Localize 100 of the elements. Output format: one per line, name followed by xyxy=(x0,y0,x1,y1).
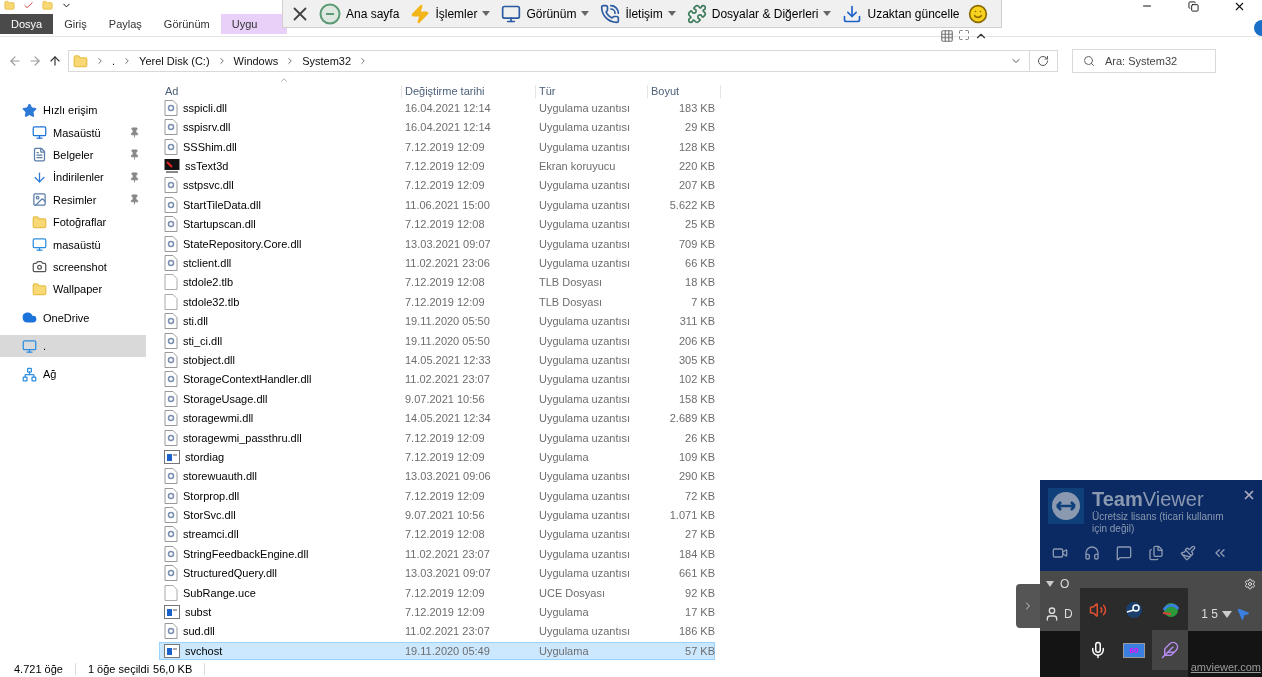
checkmark-icon[interactable] xyxy=(23,0,34,11)
toolbar-menu[interactable]: İletişim xyxy=(597,3,679,24)
file-row[interactable]: stordiag 7.12.2019 12:09 Uygulama 109 KB xyxy=(159,447,715,467)
caret-icon[interactable] xyxy=(1046,581,1054,587)
sidebar-item[interactable]: Belgeler xyxy=(0,143,146,167)
toolbar-menu[interactable]: Dosyalar & Diğerleri xyxy=(683,3,835,24)
file-row[interactable]: StorSvc.dll 9.07.2021 10:56 Uygulama uzantısı 1.071 KB xyxy=(159,505,715,525)
date-cell-text: 7.12.2019 12:09 xyxy=(404,431,486,444)
video-icon[interactable] xyxy=(1052,545,1068,561)
speaker-icon[interactable] xyxy=(1089,601,1107,619)
size-cell-text: 183 KB xyxy=(677,101,715,114)
file-row[interactable]: StartTileData.dll 11.06.2021 15:00 Uygulama uzantısı 5.622 KB xyxy=(159,195,715,214)
sidebar-item[interactable]: . xyxy=(0,334,146,358)
microphone-icon[interactable] xyxy=(1089,641,1107,659)
help-icon[interactable] xyxy=(1254,20,1262,36)
smiley-icon[interactable] xyxy=(967,3,988,24)
toolbar-menu[interactable]: Ana sayfa xyxy=(316,2,403,25)
settings-icon[interactable] xyxy=(1244,578,1256,590)
contact-name: D xyxy=(1064,607,1073,621)
address-bar[interactable]: . Yerel Disk (C:) Windows System32 xyxy=(68,50,1058,72)
column-header[interactable]: Değiştirme tarihi xyxy=(402,85,536,98)
toolbar-menu[interactable]: Uzaktan güncelle xyxy=(839,3,963,24)
sidebar-item[interactable]: masaüstü xyxy=(0,233,146,256)
breadcrumb[interactable]: Windows xyxy=(233,55,279,67)
globe-icon[interactable] xyxy=(1161,601,1179,619)
breadcrumb[interactable]: Yerel Disk (C:) xyxy=(139,55,210,67)
column-header[interactable]: Tür xyxy=(536,85,648,98)
file-row[interactable]: StringFeedbackEngine.dll 11.02.2021 23:07 Uygulama uzantısı 184 KB xyxy=(159,544,715,564)
toolbar-menu[interactable]: Görünüm xyxy=(498,3,593,24)
size-cell-text: 27 KB xyxy=(684,528,715,541)
steam-icon[interactable] xyxy=(1125,601,1143,619)
file-name: svchost xyxy=(185,644,223,657)
type-cell-text: TLB Dosyası xyxy=(538,295,603,308)
file-row[interactable]: stdole2.tlb 7.12.2019 12:08 TLB Dosyası 18 KB xyxy=(159,273,715,292)
file-row[interactable]: stdole32.tlb 7.12.2019 12:09 TLB Dosyası 7 KB xyxy=(159,292,715,311)
file-row[interactable]: svchost 19.11.2020 05:49 Uygulama 57 KB xyxy=(159,641,715,660)
sidebar-item[interactable]: İndirilenler xyxy=(0,166,146,189)
breadcrumb[interactable]: System32 xyxy=(302,55,352,67)
type-cell-text: Uygulama uzantısı xyxy=(538,101,632,114)
file-row[interactable]: stobject.dll 14.05.2021 12:33 Uygulama uzantısı 305 KB xyxy=(159,350,715,370)
website-link[interactable]: amviewer.com xyxy=(1190,661,1261,673)
column-header[interactable]: Ad xyxy=(162,85,402,98)
file-row[interactable]: sstpsvc.dll 7.12.2019 12:09 Uygulama uzantısı 207 KB xyxy=(159,176,715,195)
type-cell-text: Uygulama uzantısı xyxy=(538,547,632,560)
file-name: StructuredQuery.dll xyxy=(183,567,277,580)
ribbon-tab[interactable]: Paylaş xyxy=(97,14,153,34)
chat-icon[interactable] xyxy=(1116,545,1132,561)
close-icon[interactable] xyxy=(1242,488,1256,502)
ribbon-tab[interactable]: Görünüm xyxy=(152,14,221,34)
file-row[interactable]: sspisrv.dll 16.04.2021 12:14 Uygulama uzantısı 29 KB xyxy=(159,118,715,137)
ribbon-tab[interactable]: Uygu xyxy=(220,14,288,34)
file-row[interactable]: subst 7.12.2019 12:09 Uygulama 17 KB xyxy=(159,602,715,622)
files-icon[interactable] xyxy=(1148,545,1164,561)
file-row[interactable]: StructuredQuery.dll 13.03.2021 09:07 Uygulama uzantısı 661 KB xyxy=(159,564,715,583)
file-row[interactable]: StorageUsage.dll 9.07.2021 10:56 Uygulama uzantısı 158 KB xyxy=(159,389,715,408)
file-name: sstpsvc.dll xyxy=(183,179,234,192)
feather-icon[interactable] xyxy=(1161,641,1179,659)
file-row[interactable]: sud.dll 11.02.2021 23:07 Uygulama uzantısı 186 KB xyxy=(159,622,715,641)
file-row[interactable]: ssText3d 7.12.2019 12:09 Ekran koruyucu 220 KB xyxy=(159,156,715,176)
back-icon[interactable] xyxy=(8,54,22,68)
toolbar-menu[interactable]: İşlemler xyxy=(407,3,494,24)
sidebar-item[interactable]: Hızlı erişim xyxy=(0,99,146,122)
sidebar-item[interactable]: Ağ xyxy=(0,363,146,386)
file-row[interactable]: sspicli.dll 16.04.2021 12:14 Uygulama uzantısı 183 KB xyxy=(159,98,715,118)
file-icon xyxy=(164,293,178,310)
ribbon-tab[interactable]: Dosya xyxy=(0,14,54,34)
restore-icon[interactable] xyxy=(1187,0,1199,12)
file-row[interactable]: Storprop.dll 7.12.2019 12:09 Uygulama uzantısı 72 KB xyxy=(159,486,715,505)
ribbon-tab[interactable]: Giriş xyxy=(53,14,98,34)
headset-icon[interactable] xyxy=(1084,545,1100,561)
sidebar-item[interactable]: Fotoğraflar xyxy=(0,210,146,234)
search-field[interactable]: Ara: System32 xyxy=(1072,49,1216,73)
file-row[interactable]: storewuauth.dll 13.03.2021 09:06 Uygulama uzantısı 290 KB xyxy=(159,467,715,486)
refresh-icon[interactable] xyxy=(1037,55,1049,67)
caret-icon[interactable] xyxy=(1222,610,1232,618)
file-row[interactable]: sti.dll 19.11.2020 05:50 Uygulama uzantısı 311 KB xyxy=(159,311,715,331)
file-row[interactable]: SSShim.dll 7.12.2019 12:09 Uygulama uzantısı 128 KB xyxy=(159,137,715,156)
file-row[interactable]: StorageContextHandler.dll 11.02.2021 23:07 Uygulama uzantısı 102 KB xyxy=(159,370,715,389)
file-row[interactable]: Startupscan.dll 7.12.2019 12:08 Uygulama uzantısı 25 KB xyxy=(159,215,715,234)
date-cell-text: 13.03.2021 09:06 xyxy=(404,470,492,483)
sidebar-item[interactable]: Resimler xyxy=(0,188,146,211)
sidebar-item[interactable]: Wallpaper xyxy=(0,278,146,301)
column-header[interactable]: Boyut xyxy=(648,85,721,98)
file-row[interactable]: storagewmi_passthru.dll 7.12.2019 12:09 Uygulama uzantısı 26 KB xyxy=(159,428,715,447)
forward-icon[interactable] xyxy=(28,54,42,68)
picture-icon xyxy=(32,192,47,208)
brush-icon[interactable] xyxy=(1180,545,1196,561)
file-row[interactable]: storagewmi.dll 14.05.2021 12:34 Uygulama uzantısı 2.689 KB xyxy=(159,408,715,428)
expand-handle[interactable] xyxy=(1016,584,1040,628)
file-row[interactable]: sti_ci.dll 19.11.2020 05:50 Uygulama uzantısı 206 KB xyxy=(159,331,715,350)
file-row[interactable]: StateRepository.Core.dll 13.03.2021 09:07 Uygulama uzantısı 709 KB xyxy=(159,234,715,253)
sidebar-item[interactable]: OneDrive xyxy=(0,306,146,329)
file-row[interactable]: stclient.dll 11.02.2021 23:06 Uygulama uzantısı 66 KB xyxy=(159,253,715,273)
sidebar-item[interactable]: screenshot xyxy=(0,255,146,279)
breadcrumb[interactable]: . xyxy=(112,55,116,67)
fullscreen-icon[interactable] xyxy=(958,29,970,41)
file-row[interactable]: streamci.dll 7.12.2019 12:08 Uygulama uzantısı 27 KB xyxy=(159,525,715,544)
sidebar-item[interactable]: Masaüstü xyxy=(0,121,146,144)
grid-icon[interactable] xyxy=(940,29,954,43)
file-row[interactable]: SubRange.uce 7.12.2019 12:09 UCE Dosyası 92 KB xyxy=(159,583,715,602)
